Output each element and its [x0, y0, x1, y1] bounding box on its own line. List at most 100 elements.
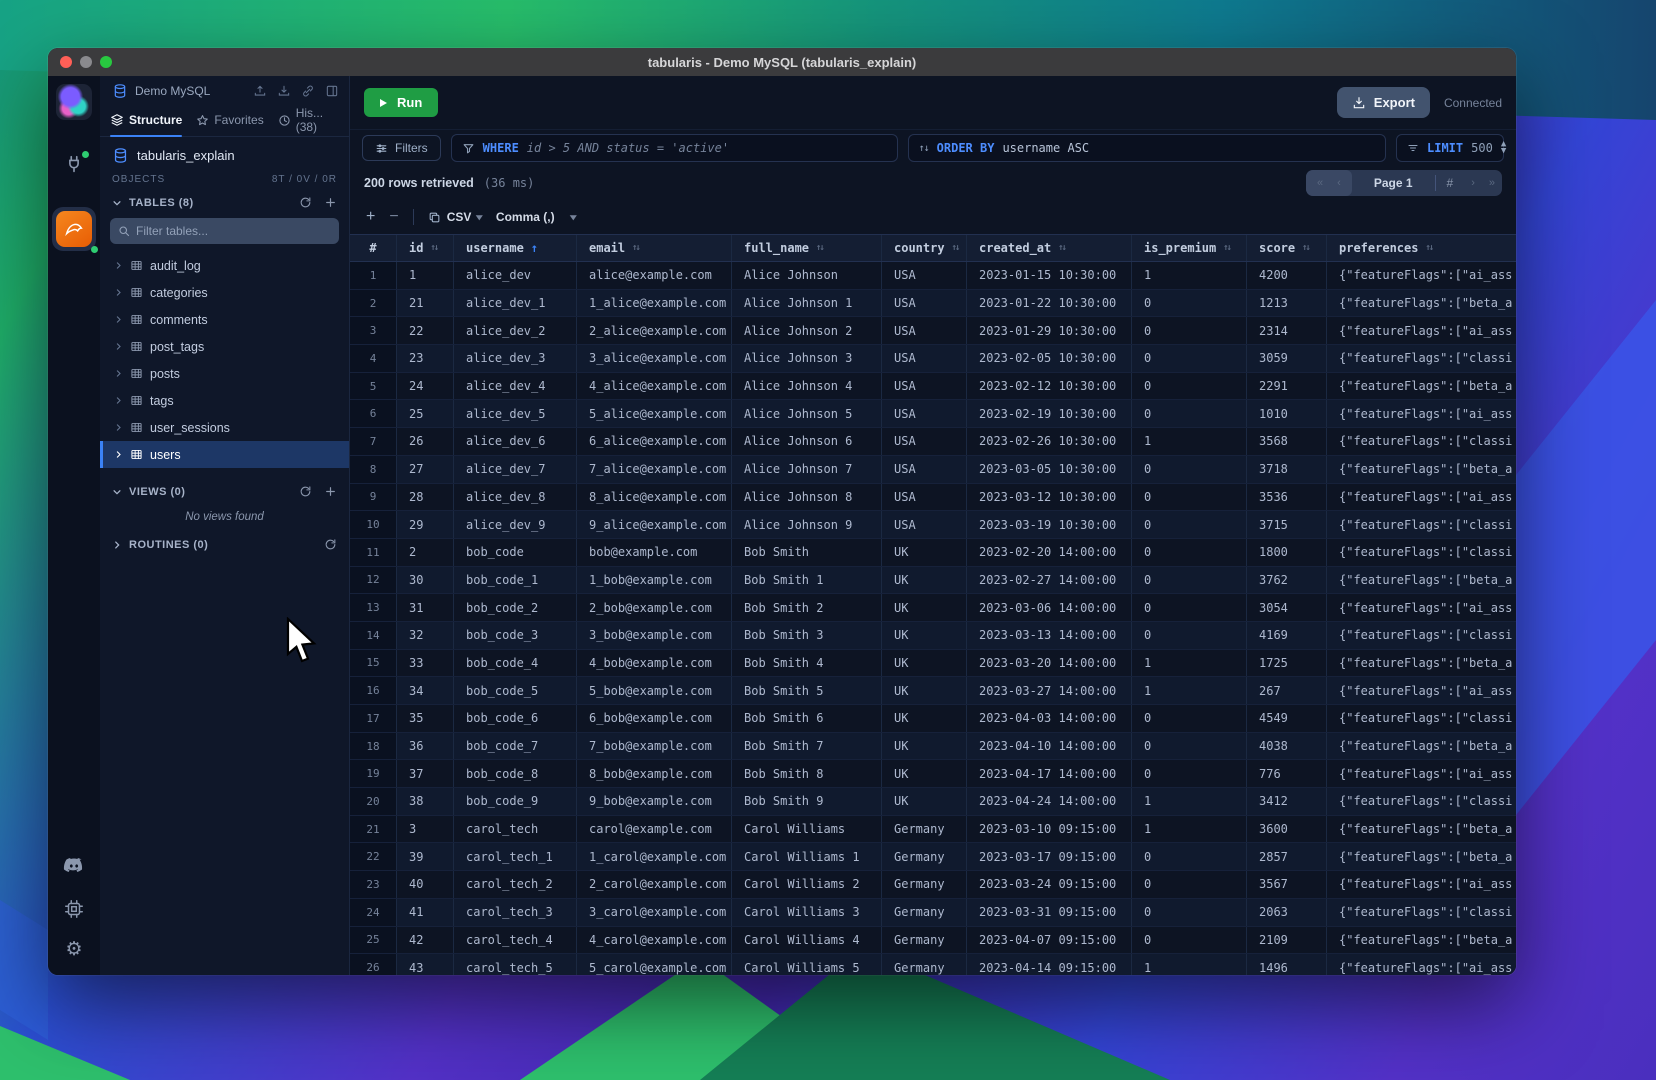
cell-username[interactable]: carol_tech — [454, 816, 577, 843]
add-table-icon[interactable] — [324, 196, 337, 209]
cell-country[interactable]: USA — [882, 511, 967, 538]
cell-full_name[interactable]: Bob Smith 9 — [732, 788, 882, 815]
cell-score[interactable]: 2291 — [1247, 373, 1327, 400]
cell-username[interactable]: alice_dev_5 — [454, 400, 577, 427]
cell-country[interactable]: Germany — [882, 927, 967, 954]
cell-username[interactable]: alice_dev_6 — [454, 428, 577, 455]
cell-score[interactable]: 3568 — [1247, 428, 1327, 455]
cell-full_name[interactable]: Carol Williams 3 — [732, 899, 882, 926]
cell-full_name[interactable]: Bob Smith 3 — [732, 622, 882, 649]
cell-score[interactable]: 4038 — [1247, 733, 1327, 760]
cell-id[interactable]: 27 — [397, 456, 454, 483]
cell-created_at[interactable]: 2023-04-14 09:15:00 — [967, 954, 1132, 975]
cell-created_at[interactable]: 2023-03-20 14:00:00 — [967, 650, 1132, 677]
column-header-score[interactable]: score↑↓ — [1247, 235, 1327, 261]
cell-country[interactable]: UK — [882, 733, 967, 760]
cell-full_name[interactable]: Bob Smith 8 — [732, 760, 882, 787]
cell-score[interactable]: 4169 — [1247, 622, 1327, 649]
cell-score[interactable]: 2109 — [1247, 927, 1327, 954]
cell-email[interactable]: bob@example.com — [577, 539, 732, 566]
table-row[interactable]: 1432bob_code_33_bob@example.comBob Smith… — [350, 622, 1516, 650]
delimiter-selector[interactable]: Comma (,) ▾ — [496, 210, 575, 224]
chevron-right-icon[interactable] — [114, 315, 123, 324]
cell-id[interactable]: 35 — [397, 705, 454, 732]
cell-preferences[interactable]: {"featureFlags":["beta_a — [1327, 290, 1516, 317]
cell-email[interactable]: 4_alice@example.com — [577, 373, 732, 400]
cell-email[interactable]: 2_alice@example.com — [577, 317, 732, 344]
cell-full_name[interactable]: Carol Williams 2 — [732, 871, 882, 898]
column-header-created_at[interactable]: created_at↑↓ — [967, 235, 1132, 261]
cell-username[interactable]: bob_code_7 — [454, 733, 577, 760]
cell-preferences[interactable]: {"featureFlags":["ai_ass — [1327, 677, 1516, 704]
cell-username[interactable]: alice_dev_3 — [454, 345, 577, 372]
cell-country[interactable]: UK — [882, 567, 967, 594]
cell-full_name[interactable]: Carol Williams 4 — [732, 927, 882, 954]
cell-email[interactable]: 1_carol@example.com — [577, 843, 732, 870]
last-page-button[interactable]: » — [1482, 177, 1502, 189]
cell-id[interactable]: 31 — [397, 594, 454, 621]
cell-username[interactable]: alice_dev_1 — [454, 290, 577, 317]
table-item[interactable]: categories — [100, 279, 349, 306]
cell-id[interactable]: 34 — [397, 677, 454, 704]
cell-username[interactable]: carol_tech_2 — [454, 871, 577, 898]
cell-email[interactable]: alice@example.com — [577, 262, 732, 289]
cell-created_at[interactable]: 2023-03-10 09:15:00 — [967, 816, 1132, 843]
chevron-right-icon[interactable] — [114, 261, 123, 270]
views-section-header[interactable]: VIEWS (0) — [100, 480, 349, 503]
column-header-is_premium[interactable]: is_premium↑↓ — [1132, 235, 1247, 261]
cell-id[interactable]: 21 — [397, 290, 454, 317]
cell-score[interactable]: 2063 — [1247, 899, 1327, 926]
cell-is_premium[interactable]: 0 — [1132, 345, 1247, 372]
cell-is_premium[interactable]: 0 — [1132, 705, 1247, 732]
cell-country[interactable]: UK — [882, 705, 967, 732]
table-row[interactable]: 827alice_dev_77_alice@example.comAlice J… — [350, 456, 1516, 484]
cell-country[interactable]: Germany — [882, 843, 967, 870]
cell-score[interactable]: 3600 — [1247, 816, 1327, 843]
cell-username[interactable]: bob_code_3 — [454, 622, 577, 649]
cell-username[interactable]: bob_code_6 — [454, 705, 577, 732]
cell-id[interactable]: 37 — [397, 760, 454, 787]
cell-email[interactable]: 4_bob@example.com — [577, 650, 732, 677]
cell-score[interactable]: 2314 — [1247, 317, 1327, 344]
routines-section-header[interactable]: ROUTINES (0) — [100, 533, 349, 556]
cell-created_at[interactable]: 2023-02-27 14:00:00 — [967, 567, 1132, 594]
cell-is_premium[interactable]: 1 — [1132, 677, 1247, 704]
cell-score[interactable]: 3715 — [1247, 511, 1327, 538]
cell-country[interactable]: USA — [882, 317, 967, 344]
link-icon[interactable] — [301, 84, 315, 98]
table-row[interactable]: 112bob_codebob@example.comBob SmithUK202… — [350, 539, 1516, 567]
cell-email[interactable]: 7_alice@example.com — [577, 456, 732, 483]
cell-is_premium[interactable]: 1 — [1132, 788, 1247, 815]
cell-id[interactable]: 38 — [397, 788, 454, 815]
cell-full_name[interactable]: Bob Smith 7 — [732, 733, 882, 760]
cell-full_name[interactable]: Alice Johnson 9 — [732, 511, 882, 538]
column-header-country[interactable]: country↑↓ — [882, 235, 967, 261]
cell-email[interactable]: 2_carol@example.com — [577, 871, 732, 898]
cell-created_at[interactable]: 2023-02-19 10:30:00 — [967, 400, 1132, 427]
cell-preferences[interactable]: {"featureFlags":["ai_ass — [1327, 954, 1516, 975]
cell-score[interactable]: 1725 — [1247, 650, 1327, 677]
chevron-right-icon[interactable] — [114, 450, 123, 459]
sort-icon[interactable]: ↑↓ — [430, 243, 437, 253]
cell-created_at[interactable]: 2023-03-05 10:30:00 — [967, 456, 1132, 483]
table-row[interactable]: 2441carol_tech_33_carol@example.comCarol… — [350, 899, 1516, 927]
table-row[interactable]: 2239carol_tech_11_carol@example.comCarol… — [350, 843, 1516, 871]
table-row[interactable]: 322alice_dev_22_alice@example.comAlice J… — [350, 317, 1516, 345]
cell-is_premium[interactable]: 0 — [1132, 871, 1247, 898]
chevron-right-icon[interactable] — [114, 369, 123, 378]
cell-score[interactable]: 1496 — [1247, 954, 1327, 975]
cell-email[interactable]: 9_bob@example.com — [577, 788, 732, 815]
table-row[interactable]: 1029alice_dev_99_alice@example.comAlice … — [350, 511, 1516, 539]
goto-page-button[interactable]: # — [1436, 176, 1465, 190]
cell-id[interactable]: 36 — [397, 733, 454, 760]
cell-created_at[interactable]: 2023-04-07 09:15:00 — [967, 927, 1132, 954]
cell-country[interactable]: Germany — [882, 954, 967, 975]
cell-country[interactable]: USA — [882, 428, 967, 455]
cell-created_at[interactable]: 2023-02-20 14:00:00 — [967, 539, 1132, 566]
cell-is_premium[interactable]: 0 — [1132, 760, 1247, 787]
cell-created_at[interactable]: 2023-01-22 10:30:00 — [967, 290, 1132, 317]
cell-username[interactable]: alice_dev_2 — [454, 317, 577, 344]
cell-is_premium[interactable]: 1 — [1132, 650, 1247, 677]
cell-id[interactable]: 25 — [397, 400, 454, 427]
cell-id[interactable]: 2 — [397, 539, 454, 566]
